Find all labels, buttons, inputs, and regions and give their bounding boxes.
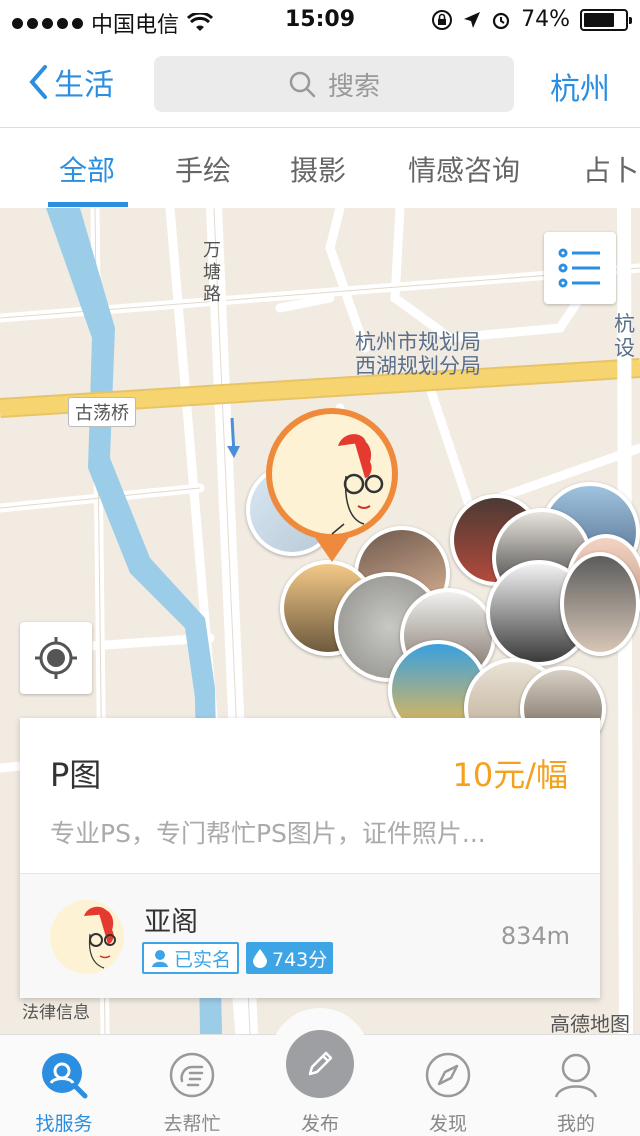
person-icon	[554, 1053, 598, 1098]
provider-name: 亚阁	[144, 907, 198, 938]
tab-label: 去帮忙	[163, 1113, 221, 1135]
crosshair-icon	[35, 637, 77, 679]
verified-label: 已实名	[174, 948, 232, 971]
service-description: 专业PS，专门帮忙PS图片，证件照片...	[50, 819, 486, 848]
poi-label-line2: 西湖规划分局	[355, 354, 481, 378]
tab-label: 发现	[428, 1113, 467, 1135]
rotation-lock-icon	[432, 9, 453, 30]
chevron-left-icon	[29, 65, 47, 99]
list-view-button[interactable]	[544, 232, 616, 304]
tab-hand-drawing[interactable]: 手绘	[175, 149, 231, 189]
tab-go-help[interactable]: 去帮忙	[128, 1035, 256, 1136]
tab-photography[interactable]: 摄影	[290, 149, 346, 189]
compass-icon	[425, 1052, 471, 1098]
tab-all[interactable]: 全部	[59, 149, 115, 189]
search-bar[interactable]: 搜索	[154, 56, 514, 112]
tab-label: 找服务	[35, 1113, 93, 1135]
tab-find-service[interactable]: 找服务	[0, 1035, 128, 1136]
battery-icon	[580, 8, 632, 31]
verified-badge: 已实名	[142, 942, 240, 974]
poi-label-line1: 杭州市规划局	[355, 330, 481, 354]
back-label: 生活	[54, 68, 114, 103]
id-card-icon	[152, 950, 168, 967]
edge-label-1: 杭	[614, 312, 635, 336]
service-title: P图	[50, 756, 102, 794]
status-right: 74%	[431, 7, 632, 32]
search-placeholder: 搜索	[327, 71, 380, 102]
find-service-icon	[42, 1053, 88, 1099]
road-label-wantang: 万塘路	[203, 240, 221, 305]
publish-button[interactable]	[286, 1030, 354, 1098]
provider-row[interactable]: 亚阁 已实名 743分 834m	[20, 874, 600, 998]
service-price: 10元/幅	[452, 756, 568, 794]
search-icon	[289, 71, 316, 98]
navigation-bar: 生活 搜索 杭州	[0, 40, 640, 128]
help-hand-icon	[169, 1052, 215, 1098]
tab-label: 我的	[556, 1113, 595, 1135]
avatar-illustration-icon	[84, 906, 116, 969]
battery-percent: 74%	[521, 7, 570, 32]
selected-location-pin[interactable]	[262, 406, 402, 564]
service-card[interactable]: P图 10元/幅 专业PS，专门帮忙PS图片，证件照片... 亚阁 已实名 74…	[20, 718, 600, 998]
location-arrow-icon	[464, 11, 481, 28]
pencil-icon	[308, 1051, 333, 1076]
tab-discover[interactable]: 发现	[384, 1035, 512, 1136]
city-selector[interactable]: 杭州	[550, 64, 610, 108]
category-tabs: 全部 手绘 摄影 情感咨询 占卜	[0, 129, 640, 208]
map-brand-logo: 高德地图	[550, 1012, 630, 1036]
bridge-label: 古荡桥	[68, 397, 136, 427]
tab-label: 发布	[300, 1113, 339, 1135]
drop-icon	[253, 949, 267, 968]
edge-label-2: 设	[614, 336, 635, 360]
active-tab-indicator	[48, 202, 128, 207]
score-badge: 743分	[246, 942, 334, 974]
tab-divination[interactable]: 占卜	[583, 149, 639, 189]
user-pin[interactable]	[560, 552, 640, 656]
score-label: 743分	[272, 948, 328, 971]
locate-me-button[interactable]	[20, 622, 92, 694]
avatar[interactable]	[50, 900, 124, 974]
tab-emotional-consulting[interactable]: 情感咨询	[408, 149, 520, 189]
distance-label: 834m	[500, 922, 570, 950]
alarm-icon	[492, 12, 510, 29]
list-icon	[558, 248, 600, 288]
tab-mine[interactable]: 我的	[512, 1035, 640, 1136]
back-button[interactable]: 生活	[28, 60, 114, 104]
legal-info-link[interactable]: 法律信息	[22, 998, 90, 1023]
status-bar: 中国电信 15:09 74%	[0, 0, 640, 40]
